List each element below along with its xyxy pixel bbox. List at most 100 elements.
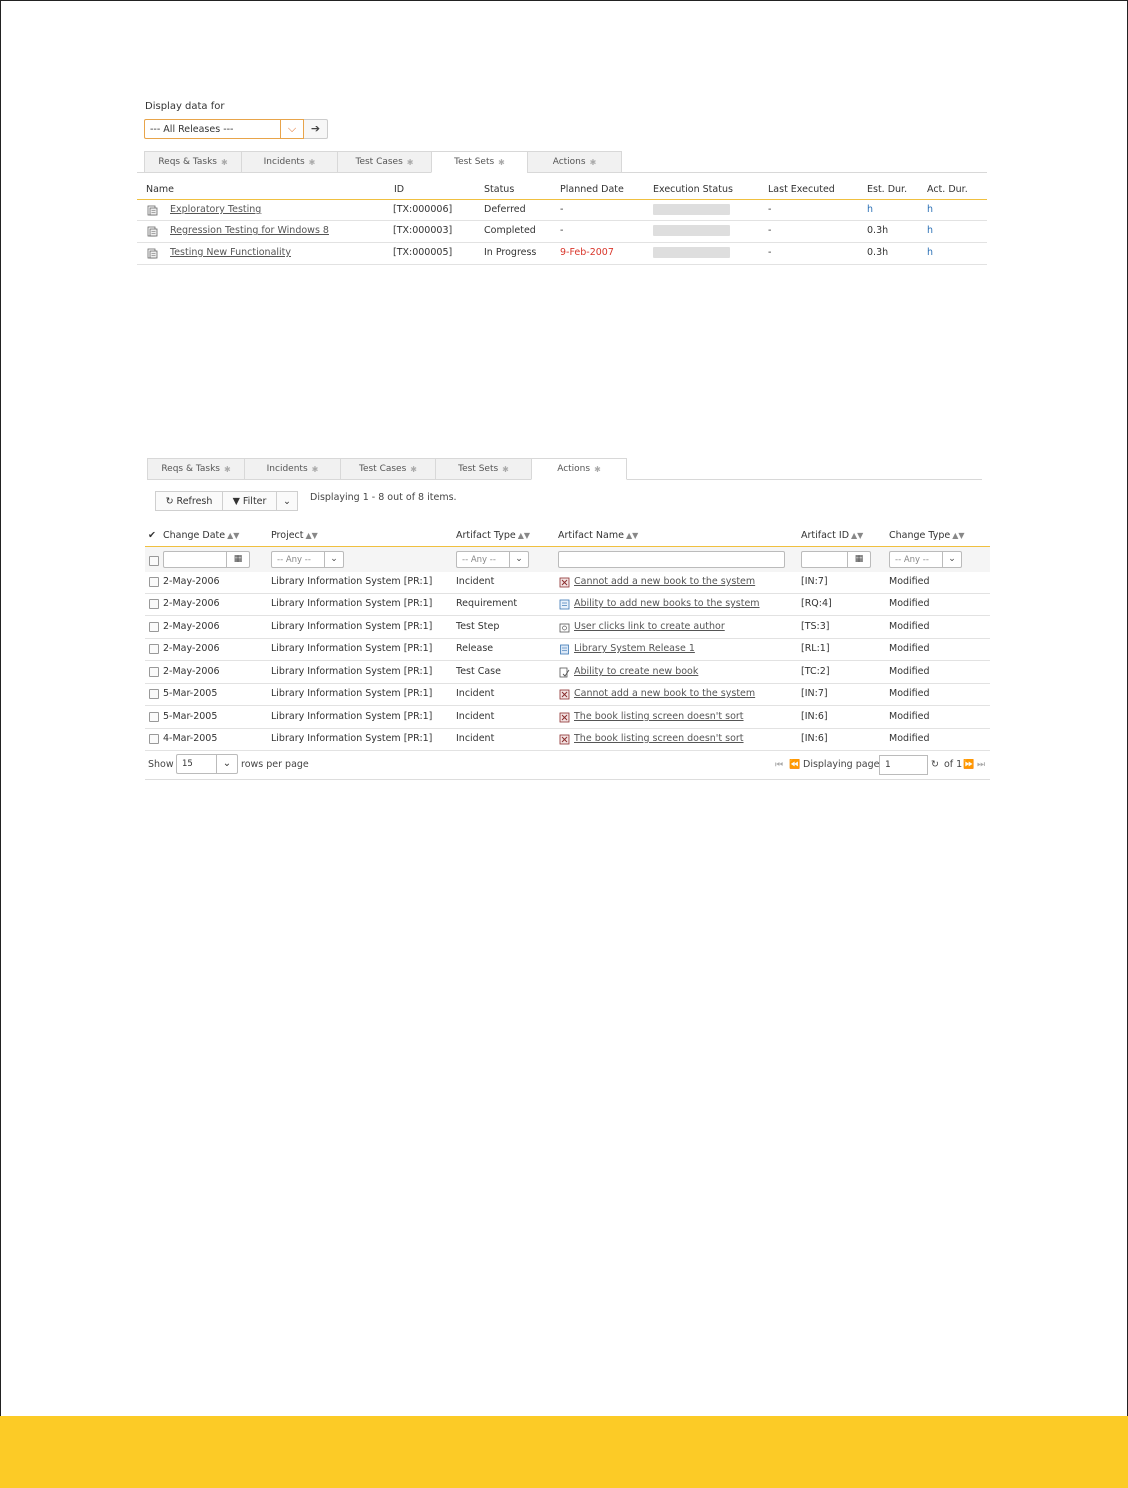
project-filter[interactable]: -- Any -- ⌄ [271,551,344,568]
filter-button[interactable]: ▼ Filter [223,491,277,511]
next-page-icon[interactable]: ⏩ [963,759,974,770]
test-set-name-link[interactable]: Exploratory Testing [170,204,261,215]
artifact-name-link[interactable]: The book listing screen doesn't sort [574,733,744,744]
tab-test-cases[interactable]: Test Cases ✱ [340,458,435,480]
artifact-name-filter[interactable] [558,551,785,568]
rows-per-page-select[interactable]: 15 ⌄ [176,754,238,774]
show-label: Show [148,759,174,770]
artifact-id: [IN:7] [801,688,828,699]
change-type-filter[interactable]: -- Any -- ⌄ [889,551,962,568]
select-all-header[interactable]: ✔ [148,530,156,541]
row-checkbox[interactable] [149,689,159,699]
row-divider [145,683,990,684]
col-header-last-executed[interactable]: Last Executed [768,184,835,195]
test-set-planned-date: - [560,225,564,236]
release-icon [560,644,569,655]
col-header-planned-date[interactable]: Planned Date [560,184,624,195]
tab-reqs-tasks[interactable]: Reqs & Tasks ✱ [144,151,241,173]
row-checkbox[interactable] [149,644,159,654]
tab-incidents[interactable]: Incidents ✱ [244,458,340,480]
row-divider [137,264,987,265]
artifact-name-link[interactable]: Cannot add a new book to the system [574,688,755,699]
row-checkbox[interactable] [149,734,159,744]
tab-label: Test Sets [458,464,499,474]
prev-page-icon[interactable]: ⏪ [789,759,800,770]
chevron-down-icon[interactable]: ⌵ [280,120,303,138]
row-checkbox[interactable] [149,577,159,587]
row-divider [145,615,990,616]
col-header-artifact-id[interactable]: Artifact ID ▲▼ [801,530,863,541]
tab-divider [137,172,144,173]
col-header-act-dur[interactable]: Act. Dur. [927,184,968,195]
filter-value: -- Any -- [895,555,929,565]
tab-reqs-tasks[interactable]: Reqs & Tasks ✱ [147,458,244,480]
refresh-button[interactable]: ↻ Refresh [155,491,223,511]
test-set-name-link[interactable]: Testing New Functionality [170,247,291,258]
artifact-type-filter[interactable]: -- Any -- ⌄ [456,551,529,568]
tab-test-sets[interactable]: Test Sets ✱ [435,458,531,480]
filter-dropdown-button[interactable]: ⌄ [277,491,298,511]
artifact-name-link[interactable]: Ability to add new books to the system [574,598,760,609]
page-number-input[interactable]: 1 [879,755,928,775]
col-header-project[interactable]: Project ▲▼ [271,530,318,541]
filter-value: -- Any -- [277,555,311,565]
artifact-type: Requirement [456,598,518,609]
artifact-name-link[interactable]: Cannot add a new book to the system [574,576,755,587]
arrow-right-icon: ➔ [310,122,321,135]
tab-test-sets[interactable]: Test Sets ✱ [431,151,527,173]
refresh-page-icon[interactable]: ↻ [931,759,939,770]
sort-icon[interactable]: ▲▼ [851,531,863,540]
artifact-name-link[interactable]: Library System Release 1 [574,643,695,654]
calendar-icon[interactable]: ▦ [847,552,870,567]
change-type: Modified [889,688,930,699]
row-checkbox[interactable] [149,712,159,722]
test-set-planned-date: 9-Feb-2007 [560,247,614,258]
release-go-button[interactable]: ➔ [304,119,328,139]
sort-icon[interactable]: ▲▼ [227,531,239,540]
col-header-artifact-name[interactable]: Artifact Name ▲▼ [558,530,638,541]
col-header-artifact-type[interactable]: Artifact Type ▲▼ [456,530,530,541]
page-count: of 1 [944,759,963,770]
filter-icon: ▼ [232,495,240,507]
col-header-name[interactable]: Name [146,184,174,195]
tab-incidents[interactable]: Incidents ✱ [241,151,337,173]
sort-icon[interactable]: ▲▼ [952,531,964,540]
select-all-checkbox[interactable] [149,556,159,566]
test-set-status: In Progress [484,247,537,258]
row-checkbox[interactable] [149,622,159,632]
project-name: Library Information System [PR:1] [271,598,433,609]
last-page-icon[interactable]: ⏭ [977,759,985,770]
test-set-name-link[interactable]: Regression Testing for Windows 8 [170,225,329,236]
sort-icon[interactable]: ▲▼ [626,531,638,540]
sort-icon[interactable]: ▲▼ [306,531,318,540]
change-date-filter[interactable]: ▦ [163,551,250,568]
row-checkbox[interactable] [149,599,159,609]
col-header-est-dur[interactable]: Est. Dur. [867,184,907,195]
col-header-change-date[interactable]: Change Date ▲▼ [163,530,239,541]
tab-actions[interactable]: Actions ✱ [527,151,622,173]
tab-test-cases[interactable]: Test Cases ✱ [337,151,431,173]
artifact-name-link[interactable]: Ability to create new book [574,666,698,677]
col-header-id[interactable]: ID [394,184,404,195]
col-header-execution-status[interactable]: Execution Status [653,184,733,195]
execution-status-bar [653,247,730,258]
change-type: Modified [889,576,930,587]
col-header-change-type[interactable]: Change Type ▲▼ [889,530,965,541]
calendar-icon[interactable]: ▦ [226,552,249,567]
change-date: 4-Mar-2005 [163,733,218,744]
artifact-name-link[interactable]: The book listing screen doesn't sort [574,711,744,722]
artifact-name-link[interactable]: User clicks link to create author [574,621,725,632]
artifact-id-filter[interactable]: ▦ [801,551,871,568]
requirement-icon [559,599,570,610]
release-select[interactable]: --- All Releases --- ⌵ [144,119,304,139]
project-name: Library Information System [PR:1] [271,576,433,587]
first-page-icon[interactable]: ⏮ [775,759,783,770]
sort-icon[interactable]: ▲▼ [518,531,530,540]
col-label: Artifact Name [558,530,624,541]
change-type: Modified [889,711,930,722]
col-header-status[interactable]: Status [484,184,514,195]
tab-actions[interactable]: Actions ✱ [531,458,627,480]
tabs-bottom: Reqs & Tasks ✱ Incidents ✱ Test Cases ✱ Tes… [147,458,627,480]
change-type: Modified [889,598,930,609]
row-checkbox[interactable] [149,667,159,677]
